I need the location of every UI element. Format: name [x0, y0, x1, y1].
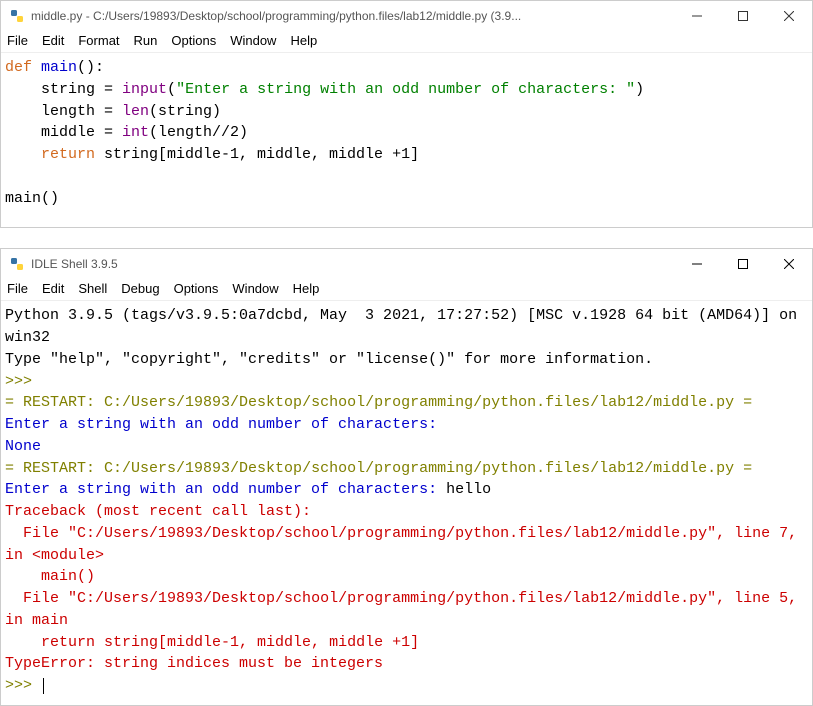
code-text: (): — [77, 59, 104, 76]
shell-traceback: File "C:/Users/19893/Desktop/school/prog… — [5, 590, 806, 629]
code-text: length = — [5, 103, 122, 120]
menu-debug[interactable]: Debug — [121, 281, 159, 296]
menu-edit[interactable]: Edit — [42, 33, 64, 48]
kw-return: return — [5, 146, 95, 163]
menu-format[interactable]: Format — [78, 33, 119, 48]
maximize-button[interactable] — [720, 1, 766, 31]
editor-code-area[interactable]: def main(): string = input("Enter a stri… — [1, 53, 812, 227]
shell-output-area[interactable]: Python 3.9.5 (tags/v3.9.5:0a7dcbd, May 3… — [1, 301, 812, 705]
code-text: string = — [5, 81, 122, 98]
builtin-int: int — [122, 124, 149, 141]
string-literal: "Enter a string with an odd number of ch… — [176, 81, 635, 98]
menu-file[interactable]: File — [7, 281, 28, 296]
restart-line: RESTART: C:/Users/19893/Desktop/school/p… — [14, 460, 743, 477]
shell-menubar: File Edit Shell Debug Options Window Hel… — [1, 279, 812, 301]
maximize-button[interactable] — [720, 249, 766, 279]
minimize-button[interactable] — [674, 1, 720, 31]
menu-edit[interactable]: Edit — [42, 281, 64, 296]
code-text: string[middle-1, middle, middle +1] — [95, 146, 419, 163]
shell-prompt: >>> — [5, 677, 32, 694]
close-button[interactable] — [766, 249, 812, 279]
restart-marker: = — [743, 394, 752, 411]
menu-file[interactable]: File — [7, 33, 28, 48]
builtin-len: len — [122, 103, 149, 120]
window-gap — [0, 228, 813, 248]
shell-banner: Python 3.9.5 (tags/v3.9.5:0a7dcbd, May 3… — [5, 307, 806, 346]
menu-help[interactable]: Help — [293, 281, 320, 296]
shell-error: TypeError: string indices must be intege… — [5, 655, 383, 672]
editor-window: middle.py - C:/Users/19893/Desktop/schoo… — [0, 0, 813, 228]
shell-user-input: hello — [446, 481, 491, 498]
shell-traceback: Traceback (most recent call last): — [5, 503, 311, 520]
code-text: (string) — [149, 103, 221, 120]
text-cursor — [43, 678, 44, 694]
func-name: main — [32, 59, 77, 76]
minimize-button[interactable] — [674, 249, 720, 279]
shell-stdout: None — [5, 438, 41, 455]
shell-stdout: Enter a string with an odd number of cha… — [5, 416, 446, 433]
code-text: ) — [635, 81, 644, 98]
menu-run[interactable]: Run — [134, 33, 158, 48]
shell-prompt: >>> — [5, 373, 32, 390]
builtin-input: input — [122, 81, 167, 98]
menu-window[interactable]: Window — [232, 281, 278, 296]
close-button[interactable] — [766, 1, 812, 31]
menu-options[interactable]: Options — [171, 33, 216, 48]
shell-title: IDLE Shell 3.9.5 — [29, 257, 674, 271]
restart-marker: = — [5, 460, 14, 477]
python-shell-icon — [5, 256, 29, 272]
shell-traceback: return string[middle-1, middle, middle +… — [5, 634, 419, 651]
shell-stdout: Enter a string with an odd number of cha… — [5, 481, 446, 498]
shell-titlebar[interactable]: IDLE Shell 3.9.5 — [1, 249, 812, 279]
shell-traceback: File "C:/Users/19893/Desktop/school/prog… — [5, 525, 806, 564]
shell-traceback: main() — [5, 568, 95, 585]
editor-menubar: File Edit Format Run Options Window Help — [1, 31, 812, 53]
code-text: middle = — [5, 124, 122, 141]
kw-def: def — [5, 59, 32, 76]
editor-title: middle.py - C:/Users/19893/Desktop/schoo… — [29, 9, 674, 23]
editor-titlebar[interactable]: middle.py - C:/Users/19893/Desktop/schoo… — [1, 1, 812, 31]
menu-window[interactable]: Window — [230, 33, 276, 48]
menu-shell[interactable]: Shell — [78, 281, 107, 296]
shell-window-buttons — [674, 249, 812, 279]
restart-marker: = — [743, 460, 752, 477]
shell-window: IDLE Shell 3.9.5 File Edit Shell Debug O… — [0, 248, 813, 706]
code-text: main() — [5, 190, 59, 207]
editor-window-buttons — [674, 1, 812, 31]
menu-options[interactable]: Options — [174, 281, 219, 296]
restart-marker: = — [5, 394, 14, 411]
restart-line: RESTART: C:/Users/19893/Desktop/school/p… — [14, 394, 743, 411]
code-text: ( — [167, 81, 176, 98]
shell-banner: Type "help", "copyright", "credits" or "… — [5, 351, 653, 368]
code-text: (length//2) — [149, 124, 248, 141]
python-file-icon — [5, 8, 29, 24]
menu-help[interactable]: Help — [290, 33, 317, 48]
